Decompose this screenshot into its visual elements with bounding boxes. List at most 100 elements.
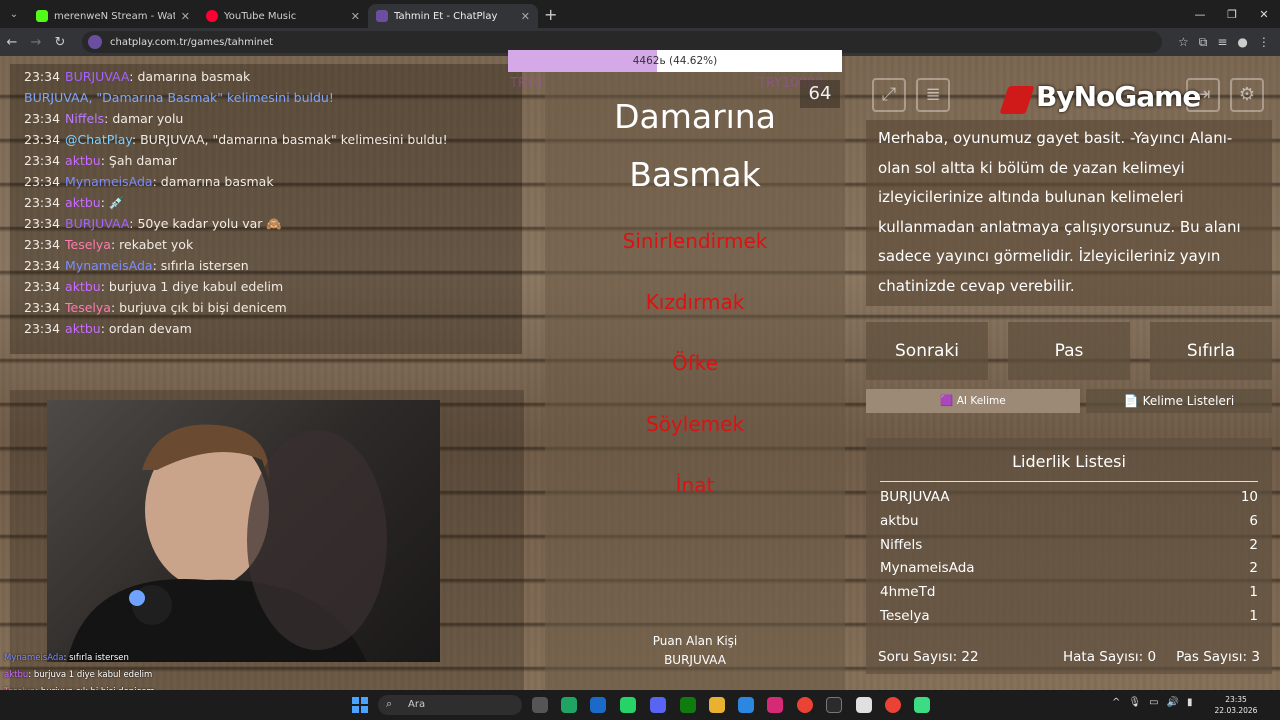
chat-username[interactable]: aktbu [65, 153, 101, 168]
word-lists-button[interactable]: 📄 Kelime Listeleri [1086, 389, 1272, 413]
edge-browser-icon[interactable] [738, 697, 754, 713]
chat-separator: : [100, 195, 105, 210]
steam-icon[interactable] [590, 697, 606, 713]
instagram-icon[interactable] [767, 697, 783, 713]
player-score: 1 [1249, 607, 1258, 624]
media-icon[interactable]: ≡ [1217, 35, 1227, 50]
stream-chat-overlay: MynameisAda: sıfırla istersen aktbu: burj… [0, 650, 440, 690]
extensions-icon[interactable]: ⧉ [1199, 35, 1208, 50]
scorer-label: Puan Alan Kişi [652, 634, 738, 648]
stream-chat-line: MynameisAda: sıfırla istersen [0, 650, 440, 667]
chat-username[interactable]: @ChatPlay [65, 132, 132, 147]
chat-username[interactable]: MynameisAda [65, 174, 153, 189]
chat-text: ordan devam [108, 321, 192, 336]
chat-message: 23:34 MynameisAda: sıfırla istersen [24, 255, 508, 276]
ai-word-button[interactable]: 🟪 AI Kelime [866, 389, 1080, 413]
xbox-icon[interactable] [680, 697, 696, 713]
stream-chat-text: : burjuva 1 diye kabul edelim [28, 670, 153, 680]
game-page: 23:34 BURJUVAA: damarına basmak BURJUVAA, … [0, 56, 1280, 690]
tab-chatplay[interactable]: Tahmin Et - ChatPlay ✕ [368, 4, 538, 28]
taskbar: Ara ⌕ ^ 🎙 ▭ 🔊 ▮ 23:35 22.03.2026 [0, 690, 1280, 720]
task-view-icon[interactable] [532, 697, 548, 713]
chrome-icon[interactable] [797, 697, 813, 713]
divider [880, 481, 1258, 482]
chat-text: burjuva çık bi bişi denicem [119, 300, 287, 315]
chat-text: 💉 [108, 195, 125, 210]
chevron-up-icon[interactable]: ^ [1112, 697, 1120, 708]
chat-time: 23:34 [24, 237, 61, 252]
chat-username[interactable]: Niffels [65, 111, 104, 126]
pass-button[interactable]: Pas [1008, 322, 1130, 380]
network-icon[interactable]: ▭ [1149, 697, 1158, 708]
browser-tab-bar: ⌄ merenweN Stream - Watch Live ✕ YouTube… [0, 0, 1280, 28]
chat-message: 23:34 Niffels: damar yolu [24, 108, 508, 129]
close-tab-icon[interactable]: ✕ [521, 10, 530, 23]
forward-icon[interactable]: → [24, 35, 48, 50]
android-icon[interactable] [914, 697, 930, 713]
notes-icon[interactable]: ≣ [916, 78, 950, 112]
fullscreen-icon[interactable]: ⤢ [872, 78, 906, 112]
tab-title: merenweN Stream - Watch Live [54, 10, 175, 22]
profile-avatar[interactable]: ● [1237, 35, 1247, 50]
player-score: 1 [1249, 584, 1258, 601]
chat-separator: : [100, 279, 105, 294]
volume-icon[interactable]: 🔊 [1167, 697, 1179, 708]
reset-button[interactable]: Sıfırla [1150, 322, 1272, 380]
stream-chat-line: aktbu: burjuva 1 diye kabul edelim [0, 667, 440, 684]
chat-username[interactable]: BURJUVAA, [24, 90, 96, 105]
tab-search-icon[interactable]: ⌄ [0, 9, 28, 20]
close-tab-icon[interactable]: ✕ [181, 10, 190, 23]
windows-start-icon[interactable] [352, 697, 368, 713]
chat-username[interactable]: BURJUVAA [65, 69, 129, 84]
chat-username[interactable]: MynameisAda [65, 258, 153, 273]
url-text: chatplay.com.tr/games/tahminet [110, 36, 274, 48]
chrome-active-icon[interactable] [885, 697, 901, 713]
close-window-icon[interactable]: ✕ [1248, 0, 1280, 28]
player-name: BURJUVAA [880, 489, 950, 505]
bookmark-star-icon[interactable]: ☆ [1178, 35, 1189, 50]
edge-icon[interactable] [561, 697, 577, 713]
mic-icon[interactable]: 🎙 [1128, 697, 1141, 708]
forbidden-word: Kızdırmak [645, 290, 745, 314]
obs-icon[interactable] [826, 697, 842, 713]
chat-username[interactable]: aktbu [65, 195, 101, 210]
clock[interactable]: 23:35 22.03.2026 [1210, 694, 1262, 716]
whatsapp-icon[interactable] [620, 697, 636, 713]
chat-message: 23:34 Teselya: rekabet yok [24, 234, 508, 255]
menu-icon[interactable]: ⋮ [1258, 35, 1270, 50]
settings-icon[interactable]: ⚙ [1230, 78, 1264, 112]
reload-icon[interactable]: ↻ [48, 35, 72, 50]
leaderboard-row: BURJUVAA 10 [866, 486, 1272, 510]
next-button[interactable]: Sonraki [866, 322, 988, 380]
back-icon[interactable]: ← [0, 35, 24, 50]
site-info-icon[interactable] [88, 35, 102, 49]
leaderboard-row: 4hmeTd 1 [866, 581, 1272, 605]
tab-merenwen[interactable]: merenweN Stream - Watch Live ✕ [28, 4, 198, 28]
chat-username[interactable]: Teselya [65, 237, 111, 252]
close-tab-icon[interactable]: ✕ [351, 10, 360, 23]
tab-youtube-music[interactable]: YouTube Music ✕ [198, 4, 368, 28]
player-name: aktbu [880, 512, 919, 529]
app-icon[interactable] [856, 697, 872, 713]
chat-username[interactable]: aktbu [65, 279, 101, 294]
chat-text: damarına basmak [160, 174, 274, 189]
minimize-icon[interactable]: — [1184, 0, 1216, 28]
system-tray[interactable]: ^ 🎙 ▭ 🔊 ▮ [1112, 697, 1193, 708]
maximize-icon[interactable]: ❐ [1216, 0, 1248, 28]
battery-icon[interactable]: ▮ [1187, 697, 1193, 708]
clock-time: 23:35 [1225, 695, 1247, 704]
leaderboard-row: aktbu 6 [866, 510, 1272, 534]
chat-separator: : [104, 111, 109, 126]
chat-username[interactable]: BURJUVAA [65, 216, 129, 231]
chat-username[interactable]: Teselya [65, 300, 111, 315]
chat-username[interactable]: aktbu [65, 321, 101, 336]
chat-message: 23:34 MynameisAda: damarına basmak [24, 171, 508, 192]
instructions-panel: Merhaba, oyunumuz gayet basit. -Yayıncı … [866, 120, 1272, 306]
new-tab-button[interactable]: + [544, 5, 557, 24]
chat-separator: : [100, 153, 105, 168]
discord-icon[interactable] [650, 697, 666, 713]
webcam-feed [47, 400, 440, 662]
file-explorer-icon[interactable] [709, 697, 725, 713]
chatplay-icon [376, 10, 388, 22]
taskbar-search[interactable]: Ara [378, 695, 522, 715]
